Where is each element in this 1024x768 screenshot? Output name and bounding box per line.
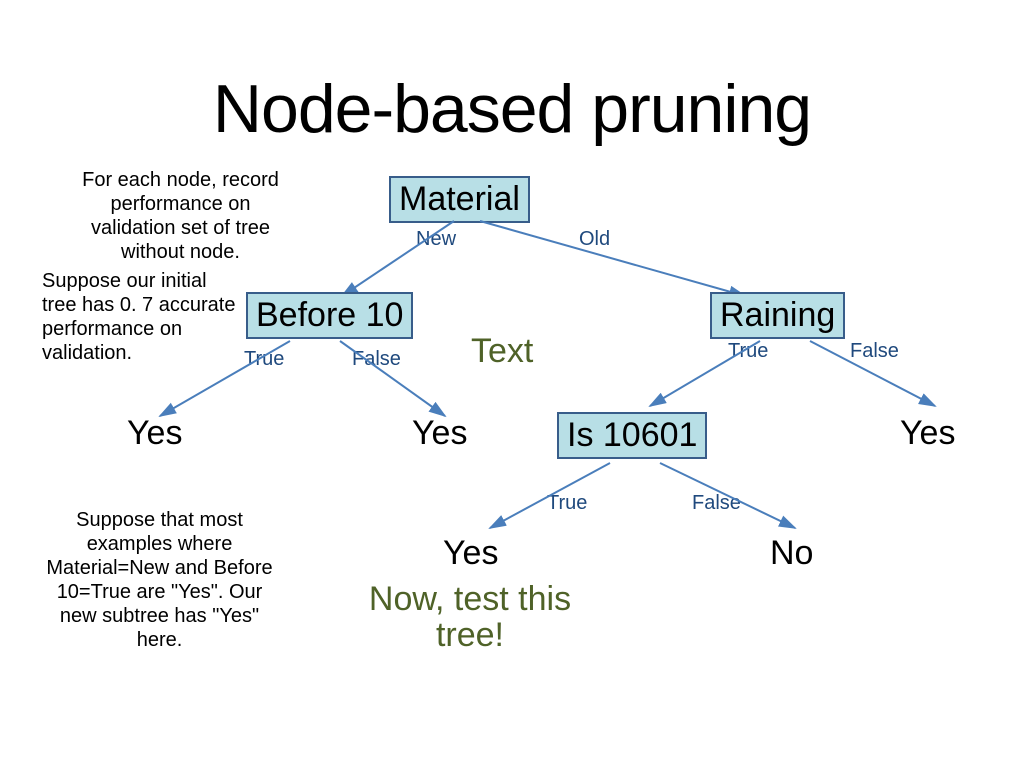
leaf-yes-before10-false: Yes xyxy=(412,414,467,453)
para-record-performance: For each node, record performance on val… xyxy=(68,168,293,264)
para-subtree-yes: Suppose that most examples where Materia… xyxy=(42,508,277,652)
edge-new: New xyxy=(416,228,456,251)
callout-text: Text xyxy=(471,334,533,370)
edge-is10601-true: True xyxy=(547,492,587,515)
edge-before10-true: True xyxy=(244,348,284,371)
edge-before10-false: False xyxy=(352,348,401,371)
edge-raining-true: True xyxy=(728,340,768,363)
leaf-yes-before10-true: Yes xyxy=(127,414,182,453)
edge-old: Old xyxy=(579,228,610,251)
node-raining: Raining xyxy=(710,292,845,339)
page-title: Node-based pruning xyxy=(0,70,1024,148)
node-before10: Before 10 xyxy=(246,292,413,339)
edge-is10601-false: False xyxy=(692,492,741,515)
leaf-yes-raining-false: Yes xyxy=(900,414,955,453)
callout-test-tree: Now, test this tree! xyxy=(340,582,600,653)
leaf-yes-is10601-true: Yes xyxy=(443,534,498,573)
leaf-no-is10601-false: No xyxy=(770,534,813,573)
node-is10601: Is 10601 xyxy=(557,412,707,459)
edge-raining-false: False xyxy=(850,340,899,363)
node-material: Material xyxy=(389,176,530,223)
para-initial-tree: Suppose our initial tree has 0. 7 accura… xyxy=(42,269,242,365)
